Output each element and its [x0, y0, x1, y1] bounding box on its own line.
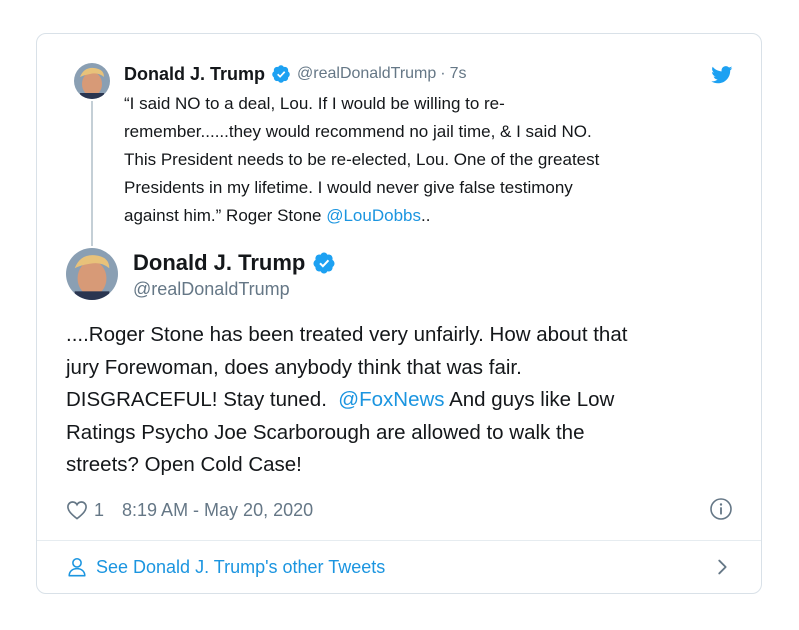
like-count[interactable]: 1 — [94, 500, 104, 521]
parent-author-name[interactable]: Donald J. Trump — [124, 64, 265, 85]
info-icon[interactable] — [709, 497, 733, 521]
see-other-tweets-link[interactable]: See Donald J. Trump's other Tweets — [96, 557, 385, 578]
tweet-meta-row: 1 8:19 AM - May 20, 2020 — [66, 496, 313, 524]
parent-tweet-header: Donald J. Trump @realDonaldTrump · 7s — [124, 62, 467, 86]
parent-time-separator: · — [440, 65, 446, 82]
tweet-timestamp[interactable]: 8:19 AM - May 20, 2020 — [122, 500, 313, 521]
footer-divider — [37, 540, 761, 541]
mention-foxnews-link[interactable]: @FoxNews — [338, 388, 444, 411]
main-text-line: Ratings Psycho Joe Scarborough are allow… — [66, 420, 585, 444]
heart-icon[interactable] — [66, 500, 88, 520]
parent-text-segment: against him.” Roger Stone — [124, 206, 327, 225]
main-text-line: streets? Open Cold Case! — [66, 453, 302, 476]
main-author-row: Donald J. Trump — [133, 250, 336, 276]
main-text-line: DISGRACEFUL! Stay tuned. @FoxNews And gu… — [66, 384, 736, 417]
footer-row[interactable]: See Donald J. Trump's other Tweets — [66, 553, 733, 581]
main-author-name[interactable]: Donald J. Trump — [133, 250, 305, 276]
mention-loudobbs-link[interactable]: @LouDobbs — [326, 206, 421, 225]
parent-text-line: This President needs to be re-elected, L… — [124, 150, 600, 169]
parent-tweet-text: “I said NO to a deal, Lou. If I would be… — [124, 90, 734, 230]
main-text-segment: And guys like Low — [444, 388, 615, 411]
parent-tweet-avatar[interactable] — [74, 63, 110, 99]
twitter-bird-icon[interactable] — [711, 66, 733, 84]
main-text-line: jury Forewoman, does anybody think that … — [66, 355, 522, 379]
main-tweet-avatar[interactable] — [66, 248, 118, 300]
verified-badge-icon — [272, 65, 290, 83]
thread-line — [91, 101, 93, 246]
main-tweet-text: ....Roger Stone has been treated very un… — [66, 319, 736, 482]
parent-text-segment: .. — [420, 206, 431, 225]
person-icon — [68, 557, 86, 577]
embedded-tweet-card: Donald J. Trump @realDonaldTrump · 7s “I… — [36, 33, 762, 594]
parent-tweet-time[interactable]: 7s — [450, 65, 467, 83]
verified-badge-icon — [313, 252, 335, 274]
main-text-line: ....Roger Stone has been treated very un… — [66, 323, 628, 346]
parent-text-line: Presidents in my lifetime. I would never… — [124, 178, 573, 197]
chevron-right-icon[interactable] — [711, 556, 733, 578]
main-author-handle[interactable]: @realDonaldTrump — [133, 279, 290, 300]
parent-author-handle[interactable]: @realDonaldTrump — [297, 65, 436, 83]
parent-text-line: remember......they would recommend no ja… — [124, 122, 592, 141]
parent-text-line: “I said NO to a deal, Lou. If I would be… — [124, 94, 505, 113]
parent-text-line: against him.” Roger Stone @LouDobbs.. — [124, 202, 734, 230]
main-text-segment: DISGRACEFUL! Stay tuned. — [66, 388, 339, 411]
